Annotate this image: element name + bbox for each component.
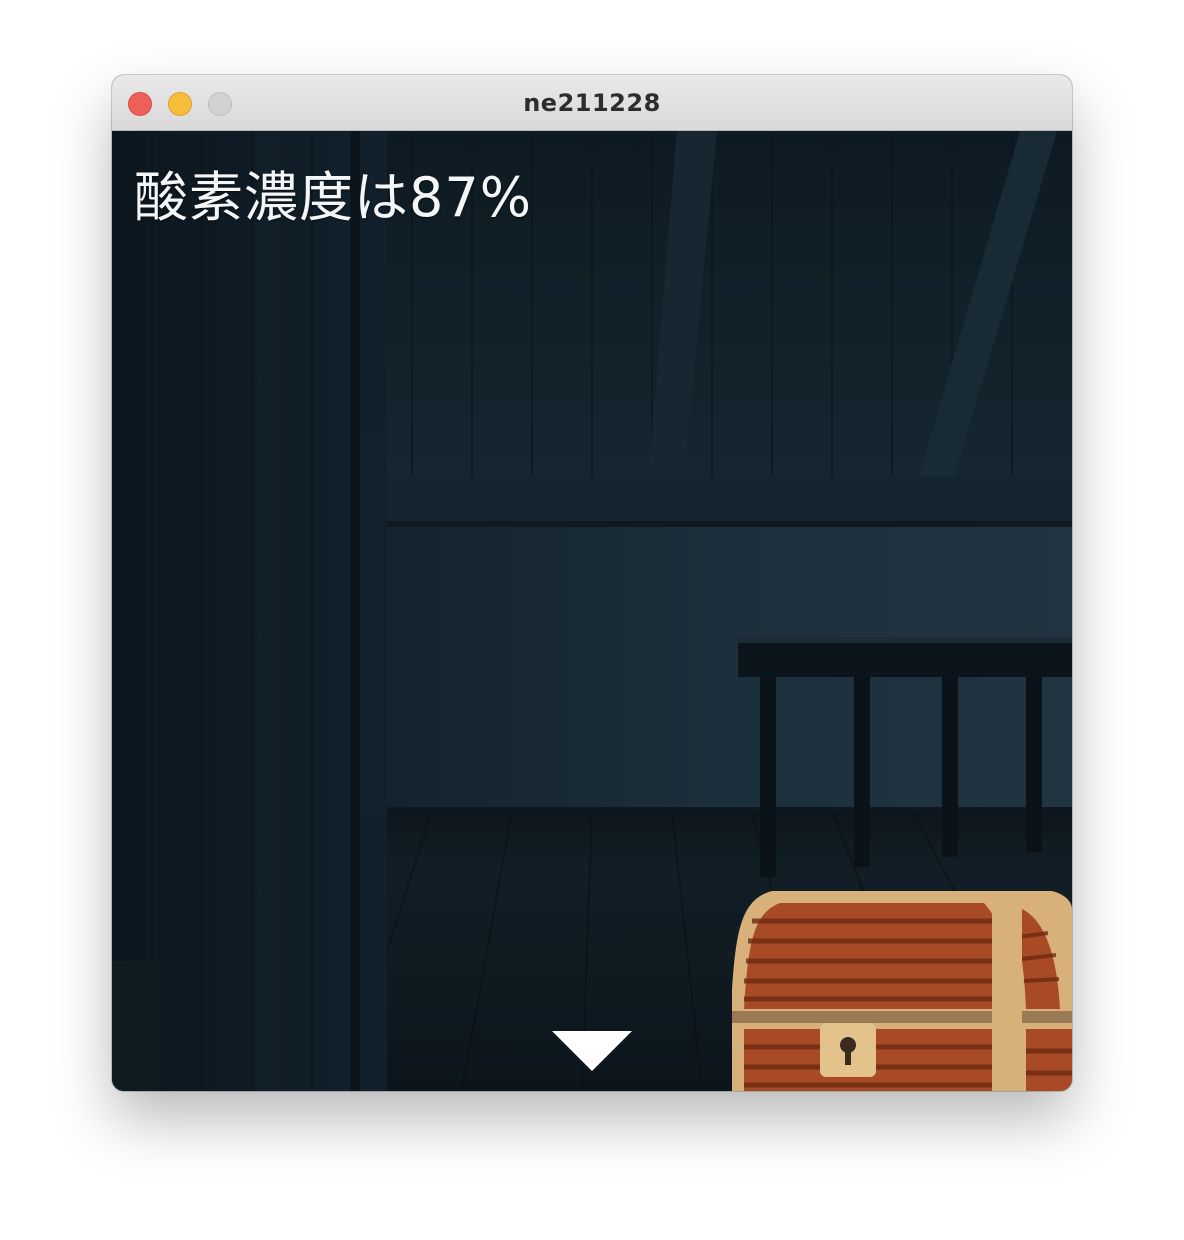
title-bar[interactable]: ne211228	[112, 75, 1072, 131]
treasure-chest[interactable]	[722, 889, 1072, 1091]
window-title: ne211228	[523, 89, 661, 117]
app-window: ne211228 酸素濃度は87%	[112, 75, 1072, 1091]
oxygen-level-text: 酸素濃度は87%	[134, 166, 533, 229]
game-scene[interactable]: 酸素濃度は87%	[112, 131, 1072, 1091]
triangle-down-icon[interactable]	[552, 1031, 632, 1075]
